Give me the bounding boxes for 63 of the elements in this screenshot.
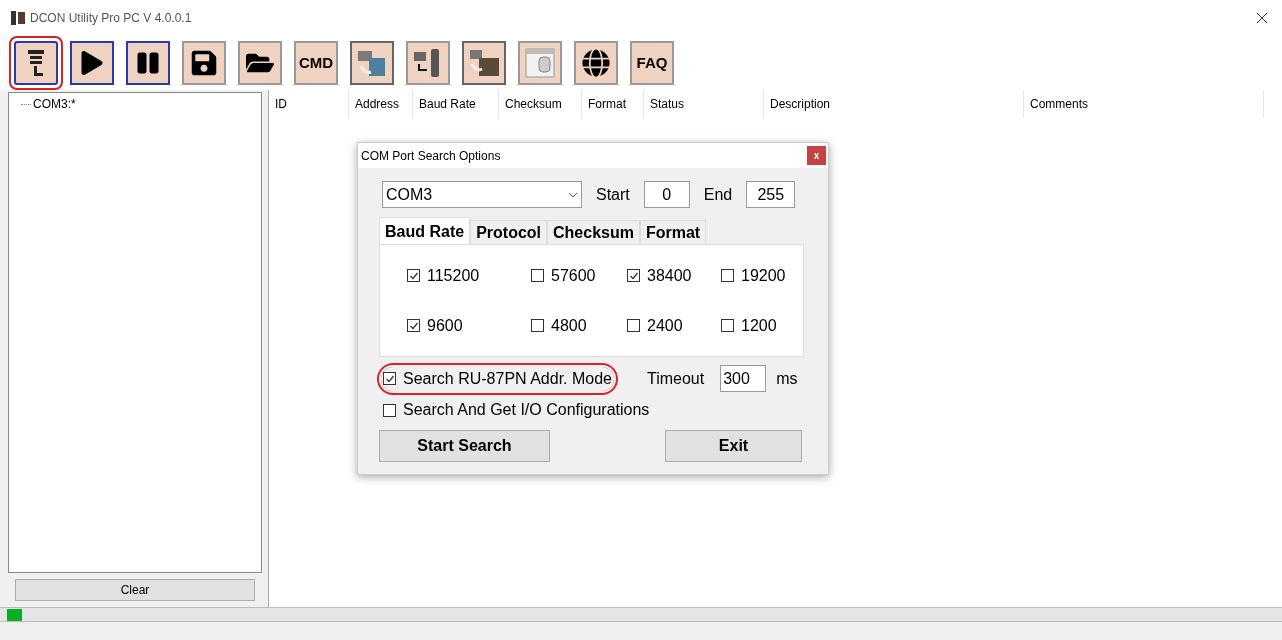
tab[interactable]: Format — [639, 220, 707, 244]
column-header[interactable]: Status — [644, 90, 764, 118]
checkbox[interactable] — [721, 269, 734, 282]
close-button[interactable]: x — [807, 146, 826, 165]
timeout-label: Timeout — [647, 368, 705, 389]
toolbar-button[interactable] — [462, 41, 506, 85]
end-label: End — [703, 184, 733, 205]
clear-button[interactable]: Clear — [15, 579, 255, 601]
timeout-unit: ms — [776, 368, 798, 389]
baud-rate-label: 1200 — [741, 315, 777, 336]
baud-rate-label: 115200 — [427, 265, 480, 286]
checkbox[interactable] — [531, 269, 544, 282]
dialog-title: COM Port Search Options — [361, 147, 501, 165]
play-icon — [80, 51, 104, 75]
baud-rate-label: 4800 — [551, 315, 587, 336]
start-field[interactable]: 0 — [643, 181, 690, 208]
checkbox[interactable] — [531, 319, 544, 332]
tab[interactable]: Protocol — [470, 220, 547, 244]
window-database-icon — [523, 46, 557, 80]
checkbox[interactable] — [627, 269, 640, 282]
column-header[interactable]: Description — [764, 90, 1024, 118]
pause-icon — [136, 51, 160, 75]
baud-rate-label: 57600 — [551, 265, 596, 286]
end-field[interactable]: 255 — [746, 181, 796, 208]
globe-icon — [582, 49, 610, 77]
checkbox[interactable] — [407, 319, 420, 332]
toolbar-button[interactable] — [70, 41, 114, 85]
window-title: DCON Utility Pro PC V 4.0.0.1 — [30, 10, 192, 27]
checkbox[interactable] — [627, 319, 640, 332]
column-header[interactable]: Comments — [1024, 90, 1264, 118]
column-header[interactable]: ID — [269, 90, 349, 118]
start-label: Start — [596, 184, 630, 205]
column-header[interactable]: Format — [582, 90, 644, 118]
save-icon — [190, 49, 218, 77]
app-icon — [10, 10, 26, 26]
column-header[interactable]: Checksum — [499, 90, 582, 118]
chevron-down-icon — [568, 191, 578, 198]
close-icon[interactable] — [1256, 12, 1268, 24]
checkbox[interactable] — [721, 319, 734, 332]
baud-rate-label: 9600 — [427, 315, 463, 336]
timeout-field[interactable]: 300 — [720, 365, 767, 392]
toolbar-button[interactable] — [126, 41, 170, 85]
baud-rate-label: 2400 — [647, 315, 683, 336]
checkbox[interactable] — [407, 269, 420, 282]
dialog-button[interactable]: Start Search — [379, 430, 550, 462]
toolbar-button[interactable]: CMD — [294, 41, 338, 85]
option-label: Search And Get I/O Configurations — [403, 400, 650, 420]
toolbar-button[interactable] — [182, 41, 226, 85]
checkbox[interactable] — [383, 403, 396, 417]
column-header[interactable]: Baud Rate — [413, 90, 499, 118]
baud-rate-label: 19200 — [741, 265, 786, 286]
toolbar-button[interactable]: FAQ — [630, 41, 674, 85]
toolbar-button[interactable] — [574, 41, 618, 85]
tree-item[interactable]: COM3:* — [33, 95, 76, 113]
toolbar-button[interactable] — [238, 41, 282, 85]
checkbox[interactable] — [383, 372, 396, 385]
port-dropdown[interactable]: COM3 — [382, 181, 582, 208]
tab[interactable]: Baud Rate — [379, 217, 471, 244]
baud-rate-label: 38400 — [647, 265, 692, 286]
dialog-button[interactable]: Exit — [665, 430, 802, 462]
option-label: Search RU-87PN Addr. Mode — [403, 368, 612, 389]
tab[interactable]: Checksum — [547, 220, 640, 244]
column-header[interactable]: Address — [349, 90, 413, 118]
